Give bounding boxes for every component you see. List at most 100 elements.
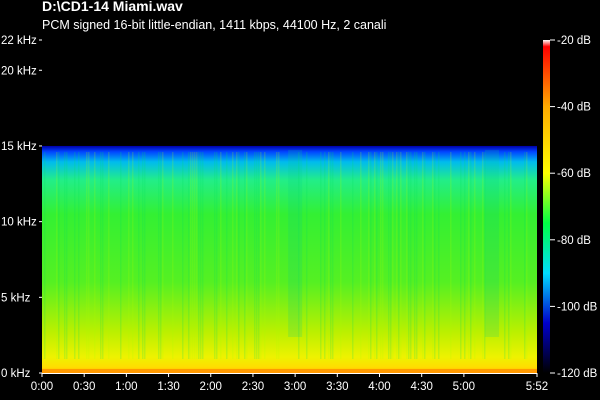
spectrogram-streak	[416, 151, 418, 359]
frequency-axis: 0 kHz 5 kHz 10 kHz 15 kHz 20 kHz 22 kHz	[1, 35, 42, 380]
y-tick-label: 0 kHz	[1, 368, 31, 380]
spectrogram-streak	[504, 151, 506, 359]
spectrogram-streak	[324, 151, 326, 359]
x-tick-label: 2:00	[200, 381, 222, 393]
spectrogram-streak	[438, 151, 440, 359]
spectrogram-streak	[460, 151, 462, 359]
spectrogram-streak	[388, 151, 390, 359]
spectrogram-streak	[256, 151, 258, 359]
spectrogram-streak	[328, 151, 330, 359]
colorbar-tick-label: -20 dB	[557, 35, 591, 47]
spectrogram-streak	[144, 151, 146, 359]
spectrogram-streak	[246, 151, 248, 359]
spectrogram-chart: 0:00 0:30 1:00 1:30 2:00 2:30 3:00 3:30 4:00 4:30…	[1, 35, 598, 393]
spectrogram-streak	[162, 151, 164, 359]
spectrogram-streak	[236, 151, 238, 359]
spectrogram-streak	[526, 151, 528, 359]
spectrogram-streak	[232, 151, 234, 359]
spectrogram-streak	[78, 151, 80, 359]
spectrogram-streak	[398, 151, 400, 359]
spectrogram-streak	[410, 151, 412, 359]
spectrogram-streak	[128, 151, 130, 359]
x-tick-label: 0:30	[73, 381, 95, 393]
audio-format-info: PCM signed 16-bit little-endian, 1411 kb…	[42, 18, 387, 32]
spectrogram-streak	[86, 151, 88, 359]
spectrogram-streak	[406, 151, 408, 359]
spectrogram-streak	[434, 151, 436, 359]
spectrogram-streak	[226, 151, 228, 359]
spectrogram-streak	[352, 151, 354, 359]
spectrogram-streak	[196, 151, 198, 359]
spectrogram-streak	[258, 151, 260, 359]
colorbar-tick-label: -40 dB	[557, 102, 591, 114]
spectrogram-streak	[216, 151, 218, 359]
spectrogram-streak	[260, 151, 262, 359]
spectrogram-streak	[160, 151, 162, 359]
spectrogram-streak	[194, 151, 196, 359]
x-tick-label: 5:52	[526, 381, 548, 393]
x-tick-label: 3:00	[284, 381, 306, 393]
spectrogram-streak	[276, 151, 278, 359]
spectrogram-streak	[74, 151, 76, 359]
spectrogram-streak	[510, 151, 512, 359]
spectrogram-streak	[382, 151, 384, 359]
spectrogram-streak	[200, 151, 202, 359]
colorbar-tick-label: -80 dB	[557, 235, 591, 247]
x-tick-label: 2:30	[242, 381, 264, 393]
spectrogram-streak	[88, 151, 90, 359]
y-tick-label: 22 kHz	[1, 35, 37, 47]
spectrogram-streak	[320, 151, 322, 359]
spectrogram-streak	[392, 151, 394, 359]
spectrogram-streak	[450, 151, 452, 359]
spectrogram-streak	[172, 151, 174, 359]
spectrogram-streak	[482, 151, 484, 359]
spectrogram-streak	[330, 151, 332, 359]
spectrogram-streak	[100, 151, 102, 359]
spectrogram-streak	[422, 151, 424, 359]
spectrogram-plot	[42, 145, 537, 373]
spectrogram-streak	[182, 151, 184, 359]
spectrogram-streak	[414, 151, 416, 359]
spectrogram-streak	[94, 151, 96, 359]
spectrogram-streak	[138, 151, 140, 359]
colorbar-tick-label: -120 dB	[557, 368, 598, 380]
spectrogram-streak	[198, 151, 200, 359]
spectrogram-streak	[254, 151, 256, 359]
x-tick-label: 3:30	[326, 381, 348, 393]
spectrogram-streak	[44, 151, 46, 359]
spectrogram-streak	[390, 151, 392, 359]
spectrogram-streak	[102, 151, 104, 359]
spectrogram-streak	[332, 151, 334, 359]
x-tick-label: 1:30	[157, 381, 179, 393]
spectrogram-streak	[396, 151, 398, 359]
x-tick-label: 0:00	[31, 381, 53, 393]
spectrogram-streak	[470, 151, 472, 359]
spectrogram-streak	[306, 151, 308, 359]
spectrogram-streak	[142, 151, 144, 359]
colorbar-tick-label: -60 dB	[557, 168, 591, 180]
quiet-section	[484, 149, 500, 337]
spectrogram-streak	[468, 151, 470, 359]
y-tick-label: 20 kHz	[1, 65, 37, 77]
spectrogram-streak	[244, 151, 246, 359]
spectrogram-streak	[374, 151, 376, 359]
time-axis: 0:00 0:30 1:00 1:30 2:00 2:30 3:00 3:30 4:00 4:30…	[31, 373, 548, 393]
spectrogram-streak	[202, 151, 204, 359]
spectrogram-streak	[238, 151, 240, 359]
spectrogram-streak	[408, 151, 410, 359]
spectrogram-streak	[508, 151, 510, 359]
spectrogram-streak	[524, 151, 526, 359]
spectrogram-streak	[188, 151, 190, 359]
spectrogram-streak	[108, 151, 110, 359]
spectrogram-streak	[474, 151, 476, 359]
x-tick-label: 5:00	[453, 381, 475, 393]
spectrogram-streak	[192, 151, 194, 359]
spectrogram-streak	[64, 151, 66, 359]
spectrogram-streak	[432, 151, 434, 359]
spectrogram-streak	[360, 151, 362, 359]
spectrogram-streak	[120, 151, 122, 359]
spectrogram-streak	[464, 151, 466, 359]
spectrogram-streak	[340, 151, 342, 359]
spectrogram-streak	[56, 151, 58, 359]
colorbar-gradient	[543, 40, 550, 373]
